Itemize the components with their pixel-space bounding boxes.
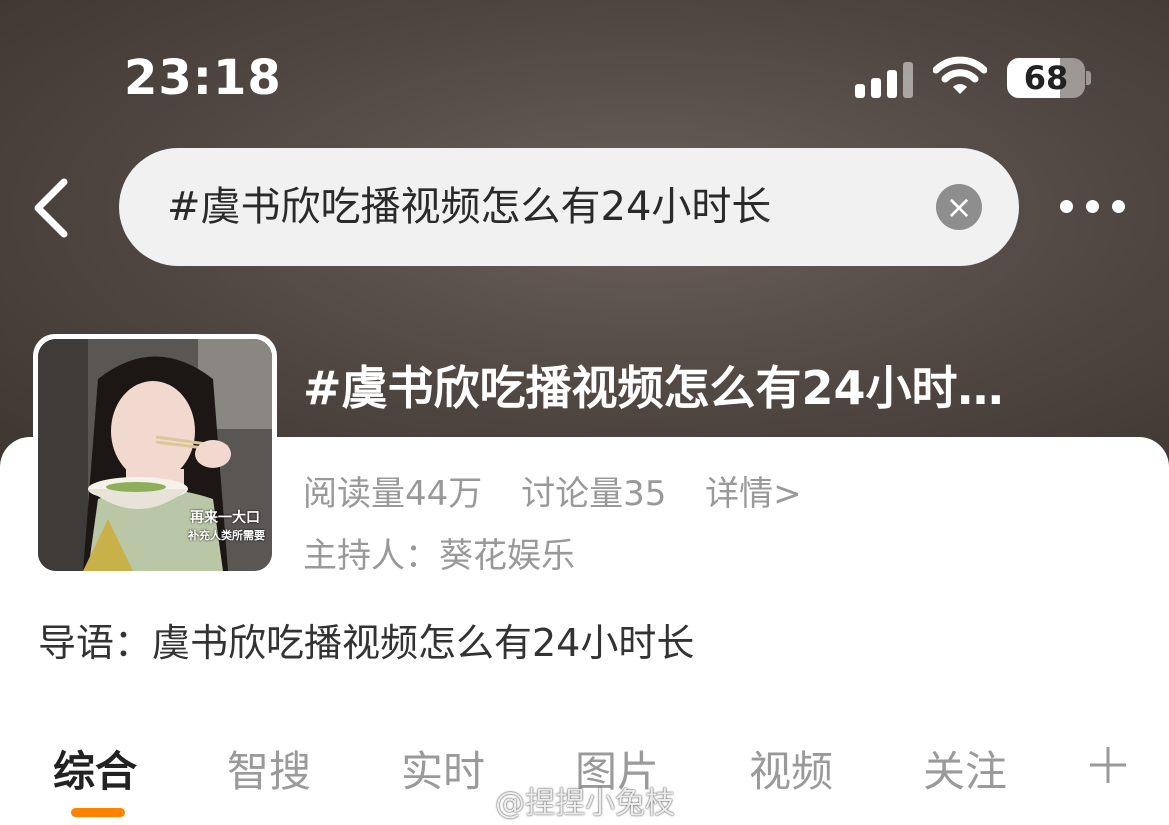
more-dot-icon: [1060, 200, 1073, 213]
battery-percent: 68: [1023, 59, 1069, 97]
details-link[interactable]: 详情>: [705, 474, 802, 514]
topic-stats: 阅读量44万 讨论量35 详情>: [303, 466, 830, 515]
cover-caption-line2: 补充人类所需要: [188, 529, 265, 542]
chevron-left-icon: [34, 178, 68, 238]
cover-caption-line1: 再来一大口: [190, 510, 260, 526]
close-circle-icon: ×: [945, 188, 973, 226]
topic-intro: 导语：虞书欣吃播视频怎么有24小时长: [38, 621, 695, 665]
tab-following[interactable]: 关注: [923, 738, 1007, 799]
topic-title: #虞书欣吃播视频怎么有24小时…: [303, 361, 1004, 415]
topic-cover-image[interactable]: 再来一大口 补充人类所需要: [33, 334, 277, 576]
plus-icon: [1090, 747, 1126, 783]
clear-search-button[interactable]: ×: [936, 184, 982, 230]
topic-host[interactable]: 主持人：葵花娱乐: [303, 528, 575, 577]
watermark: @捏捏小兔枝: [495, 786, 675, 821]
status-time: 23:18: [124, 50, 282, 106]
tab-comprehensive[interactable]: 综合: [53, 738, 137, 799]
read-count: 阅读量44万: [303, 474, 483, 514]
back-button[interactable]: [28, 176, 78, 240]
more-options-button[interactable]: [1056, 190, 1130, 226]
discussion-count: 讨论量35: [521, 474, 667, 514]
cover-photo: 再来一大口 补充人类所需要: [38, 339, 272, 571]
tab-smart-search[interactable]: 智搜: [227, 738, 311, 799]
search-bar[interactable]: #虞书欣吃播视频怎么有24小时长 ×: [119, 148, 1019, 266]
wifi-icon: [933, 56, 987, 94]
battery-indicator: 68: [1007, 58, 1085, 98]
tab-videos[interactable]: 视频: [749, 738, 833, 799]
more-dot-icon: [1086, 200, 1099, 213]
battery-tip: [1086, 71, 1091, 85]
active-tab-indicator: [71, 808, 125, 817]
tab-realtime[interactable]: 实时: [401, 738, 485, 799]
search-query-text[interactable]: #虞书欣吃播视频怎么有24小时长: [167, 148, 857, 266]
more-dot-icon: [1112, 200, 1125, 213]
cellular-signal-icon: [855, 60, 913, 98]
add-tab-button[interactable]: [1088, 745, 1128, 785]
